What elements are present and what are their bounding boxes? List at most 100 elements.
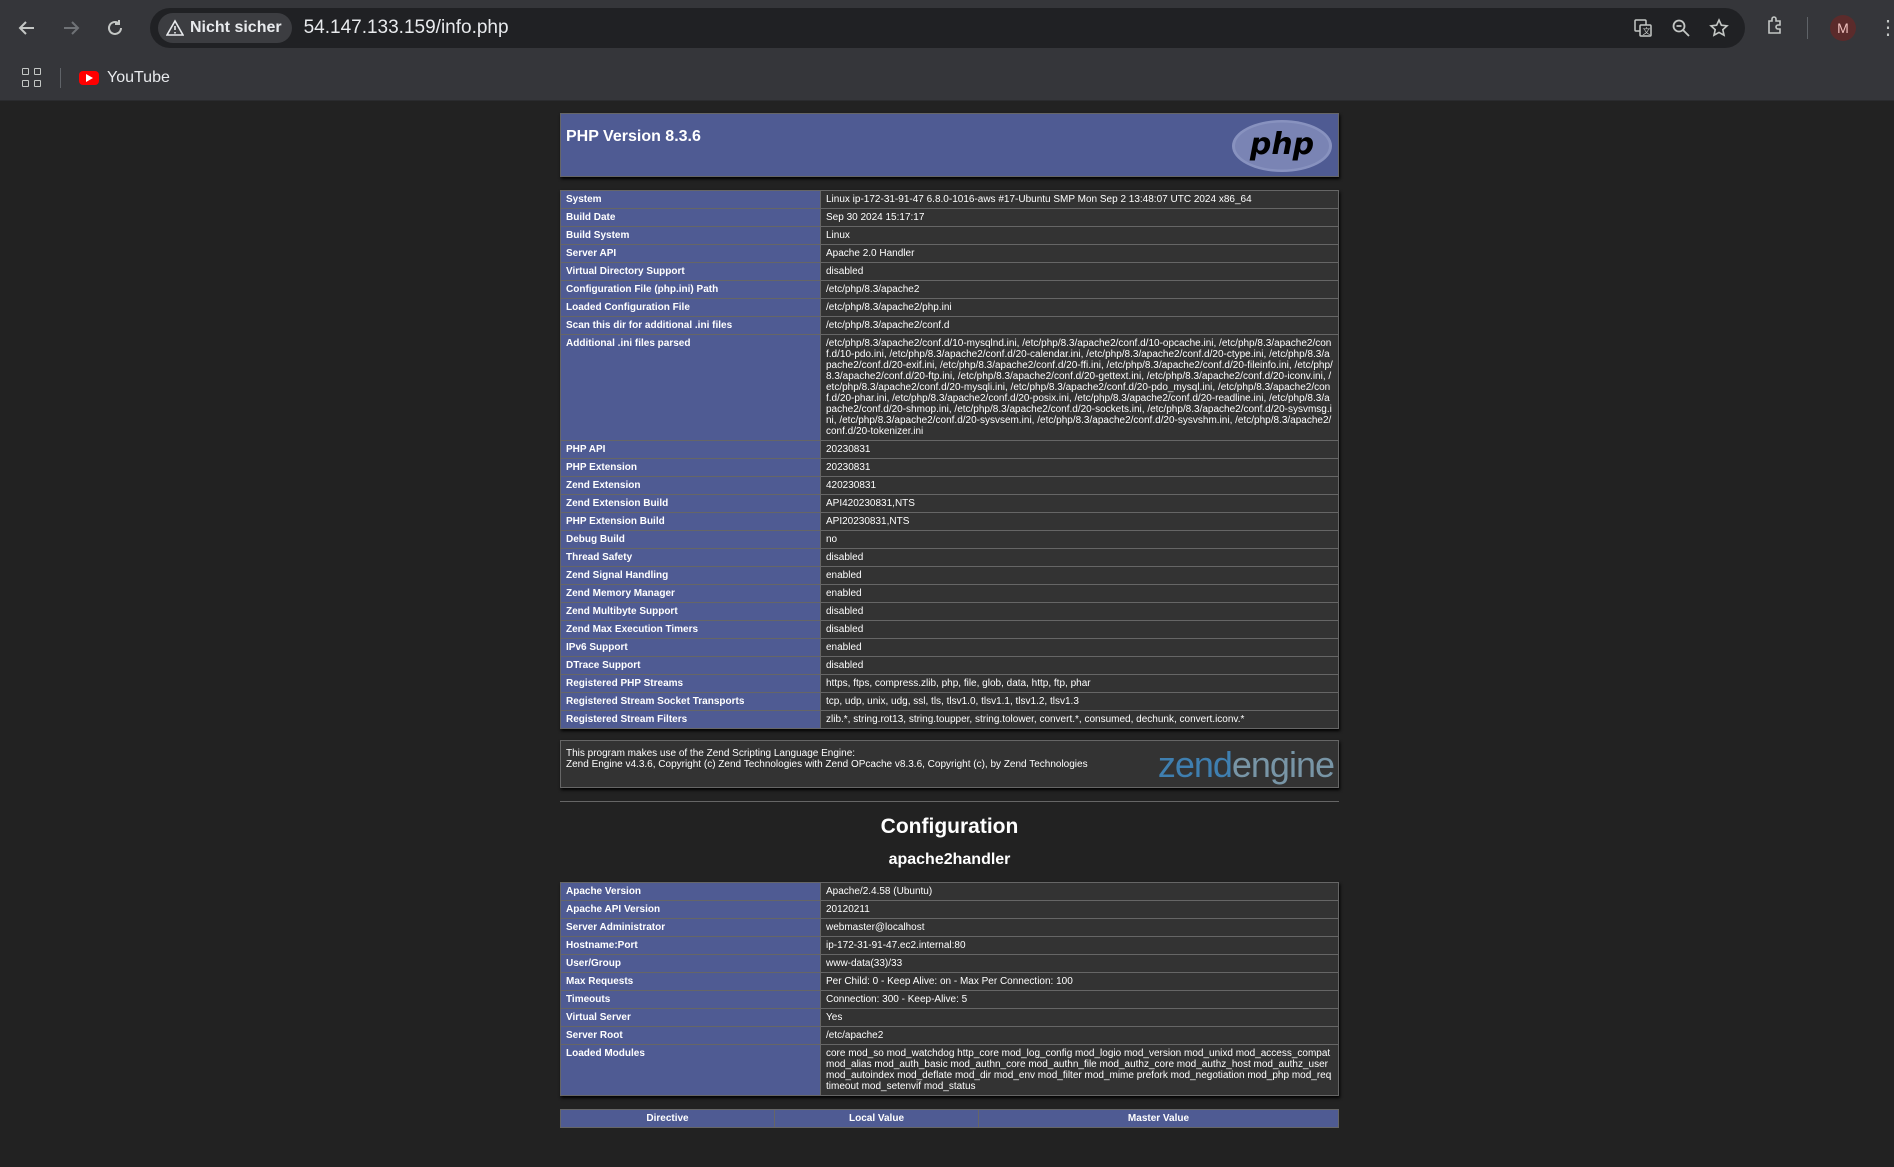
row-label: PHP API bbox=[560, 440, 821, 459]
php-header: PHP Version 8.3.6 php bbox=[560, 113, 1339, 177]
table-row: Registered PHP Streams https, ftps, compr… bbox=[560, 674, 1339, 693]
row-label: Max Requests bbox=[560, 972, 821, 991]
translate-icon[interactable]: 文 bbox=[1633, 18, 1653, 38]
row-value: disabled bbox=[820, 602, 1339, 621]
zend-logo-a: zend bbox=[1157, 744, 1233, 785]
zend-line-2: Zend Engine v4.3.6, Copyright (c) Zend T… bbox=[566, 759, 1088, 770]
bookmark-youtube[interactable]: YouTube bbox=[79, 69, 170, 87]
row-label: Registered PHP Streams bbox=[560, 674, 821, 693]
row-value: enabled bbox=[820, 566, 1339, 585]
row-value: Linux bbox=[820, 226, 1339, 245]
php-logo-text: php bbox=[1249, 127, 1314, 162]
row-label: Zend Signal Handling bbox=[560, 566, 821, 585]
row-value: /etc/php/8.3/apache2/conf.d/10-mysqlnd.i… bbox=[820, 334, 1339, 441]
table-row: Build Date Sep 30 2024 15:17:17 bbox=[560, 208, 1339, 227]
row-value: Connection: 300 - Keep-Alive: 5 bbox=[820, 990, 1339, 1009]
row-value: disabled bbox=[820, 656, 1339, 675]
local-value-header: Local Value bbox=[774, 1109, 979, 1128]
table-row: Zend Memory Manager enabled bbox=[560, 584, 1339, 603]
row-value: 20230831 bbox=[820, 458, 1339, 477]
table-row: DTrace Support disabled bbox=[560, 656, 1339, 675]
row-label: Zend Memory Manager bbox=[560, 584, 821, 603]
row-value: Apache/2.4.58 (Ubuntu) bbox=[820, 882, 1339, 901]
security-chip[interactable]: Nicht sicher bbox=[158, 13, 292, 43]
browser-toolbar: Nicht sicher 54.147.133.159/info.php 文 M… bbox=[0, 0, 1894, 55]
system-info-table: System Linux ip-172-31-91-47 6.8.0-1016-a… bbox=[560, 190, 1339, 729]
extensions-icon[interactable] bbox=[1765, 15, 1785, 40]
table-row: Scan this dir for additional .ini files /… bbox=[560, 316, 1339, 335]
row-value: /etc/php/8.3/apache2/php.ini bbox=[820, 298, 1339, 317]
row-value: API20230831,NTS bbox=[820, 512, 1339, 531]
table-row: Server Administrator webmaster@localhost bbox=[560, 918, 1339, 937]
table-row: Zend Extension 420230831 bbox=[560, 476, 1339, 495]
section-divider bbox=[560, 801, 1339, 802]
row-value: disabled bbox=[820, 262, 1339, 281]
row-label: User/Group bbox=[560, 954, 821, 973]
row-label: Apache API Version bbox=[560, 900, 821, 919]
table-row: Thread Safety disabled bbox=[560, 548, 1339, 567]
row-label: PHP Extension bbox=[560, 458, 821, 477]
module-heading[interactable]: apache2handler bbox=[560, 851, 1339, 869]
row-value: tcp, udp, unix, udg, ssl, tls, tlsv1.0, … bbox=[820, 692, 1339, 711]
toolbar-divider bbox=[1807, 16, 1808, 39]
row-value: disabled bbox=[820, 620, 1339, 639]
row-label: Server API bbox=[560, 244, 821, 263]
url-text[interactable]: 54.147.133.159/info.php bbox=[304, 17, 509, 39]
profile-avatar[interactable]: M bbox=[1830, 14, 1856, 41]
row-label: Zend Multibyte Support bbox=[560, 602, 821, 621]
arrow-right-icon bbox=[64, 20, 80, 35]
bookmarks-bar: YouTube bbox=[0, 55, 1894, 101]
youtube-icon bbox=[79, 70, 99, 85]
bookmarks-divider bbox=[60, 67, 61, 88]
php-logo[interactable]: php bbox=[1231, 119, 1333, 173]
table-row: Zend Multibyte Support disabled bbox=[560, 602, 1339, 621]
row-label: Scan this dir for additional .ini files bbox=[560, 316, 821, 335]
zend-line-1: This program makes use of the Zend Scrip… bbox=[566, 748, 856, 759]
table-row: Debug Build no bbox=[560, 530, 1339, 549]
row-label: Zend Extension bbox=[560, 476, 821, 495]
row-label: PHP Extension Build bbox=[560, 512, 821, 531]
address-bar[interactable]: Nicht sicher 54.147.133.159/info.php 文 bbox=[150, 8, 1745, 48]
back-button[interactable] bbox=[10, 11, 44, 45]
menu-kebab-icon[interactable]: ⋮ bbox=[1878, 15, 1894, 40]
table-row: Additional .ini files parsed/etc/php/8.3… bbox=[560, 334, 1339, 441]
row-label: Timeouts bbox=[560, 990, 821, 1009]
row-label: Registered Stream Socket Transports bbox=[560, 692, 821, 711]
arrow-left-icon bbox=[18, 20, 34, 35]
apps-grid-icon[interactable] bbox=[22, 67, 42, 88]
row-value: webmaster@localhost bbox=[820, 918, 1339, 937]
table-row: Zend Max Execution Timers disabled bbox=[560, 620, 1339, 639]
zoom-icon[interactable] bbox=[1671, 18, 1691, 38]
zend-logo-b: engine bbox=[1231, 744, 1335, 785]
table-row: PHP Extension 20230831 bbox=[560, 458, 1339, 477]
table-row: System Linux ip-172-31-91-47 6.8.0-1016-a… bbox=[560, 190, 1339, 209]
reload-button[interactable] bbox=[98, 11, 132, 45]
row-label: Registered Stream Filters bbox=[560, 710, 821, 729]
row-value: /etc/php/8.3/apache2 bbox=[820, 280, 1339, 299]
table-row: Server API Apache 2.0 Handler bbox=[560, 244, 1339, 263]
row-label: Configuration File (php.ini) Path bbox=[560, 280, 821, 299]
row-value: core mod_so mod_watchdog http_core mod_l… bbox=[820, 1044, 1339, 1096]
row-label: Loaded Configuration File bbox=[560, 298, 821, 317]
row-value: enabled bbox=[820, 584, 1339, 603]
bookmark-label: YouTube bbox=[107, 68, 170, 86]
row-value: ip-172-31-91-47.ec2.internal:80 bbox=[820, 936, 1339, 955]
bookmark-star-icon[interactable] bbox=[1709, 18, 1729, 38]
zend-engine-logo[interactable]: zendengine bbox=[1157, 744, 1335, 786]
row-value: https, ftps, compress.zlib, php, file, g… bbox=[820, 674, 1339, 693]
row-label: System bbox=[560, 190, 821, 209]
row-label: Zend Max Execution Timers bbox=[560, 620, 821, 639]
forward-button[interactable] bbox=[54, 11, 88, 45]
row-value: Per Child: 0 - Keep Alive: on - Max Per … bbox=[820, 972, 1339, 991]
table-row: User/Group www-data(33)/33 bbox=[560, 954, 1339, 973]
table-row: Server Root/etc/apache2 bbox=[560, 1026, 1339, 1045]
row-value: 20230831 bbox=[820, 440, 1339, 459]
row-label: Build System bbox=[560, 226, 821, 245]
page-title: PHP Version 8.3.6 bbox=[566, 128, 701, 145]
row-value: www-data(33)/33 bbox=[820, 954, 1339, 973]
configuration-heading: Configuration bbox=[880, 815, 1019, 838]
table-row: Apache Version Apache/2.4.58 (Ubuntu) bbox=[560, 882, 1339, 901]
table-row: Registered Stream Socket Transports tcp, … bbox=[560, 692, 1339, 711]
row-value: Linux ip-172-31-91-47 6.8.0-1016-aws #17… bbox=[820, 190, 1339, 209]
row-value: Apache 2.0 Handler bbox=[820, 244, 1339, 263]
